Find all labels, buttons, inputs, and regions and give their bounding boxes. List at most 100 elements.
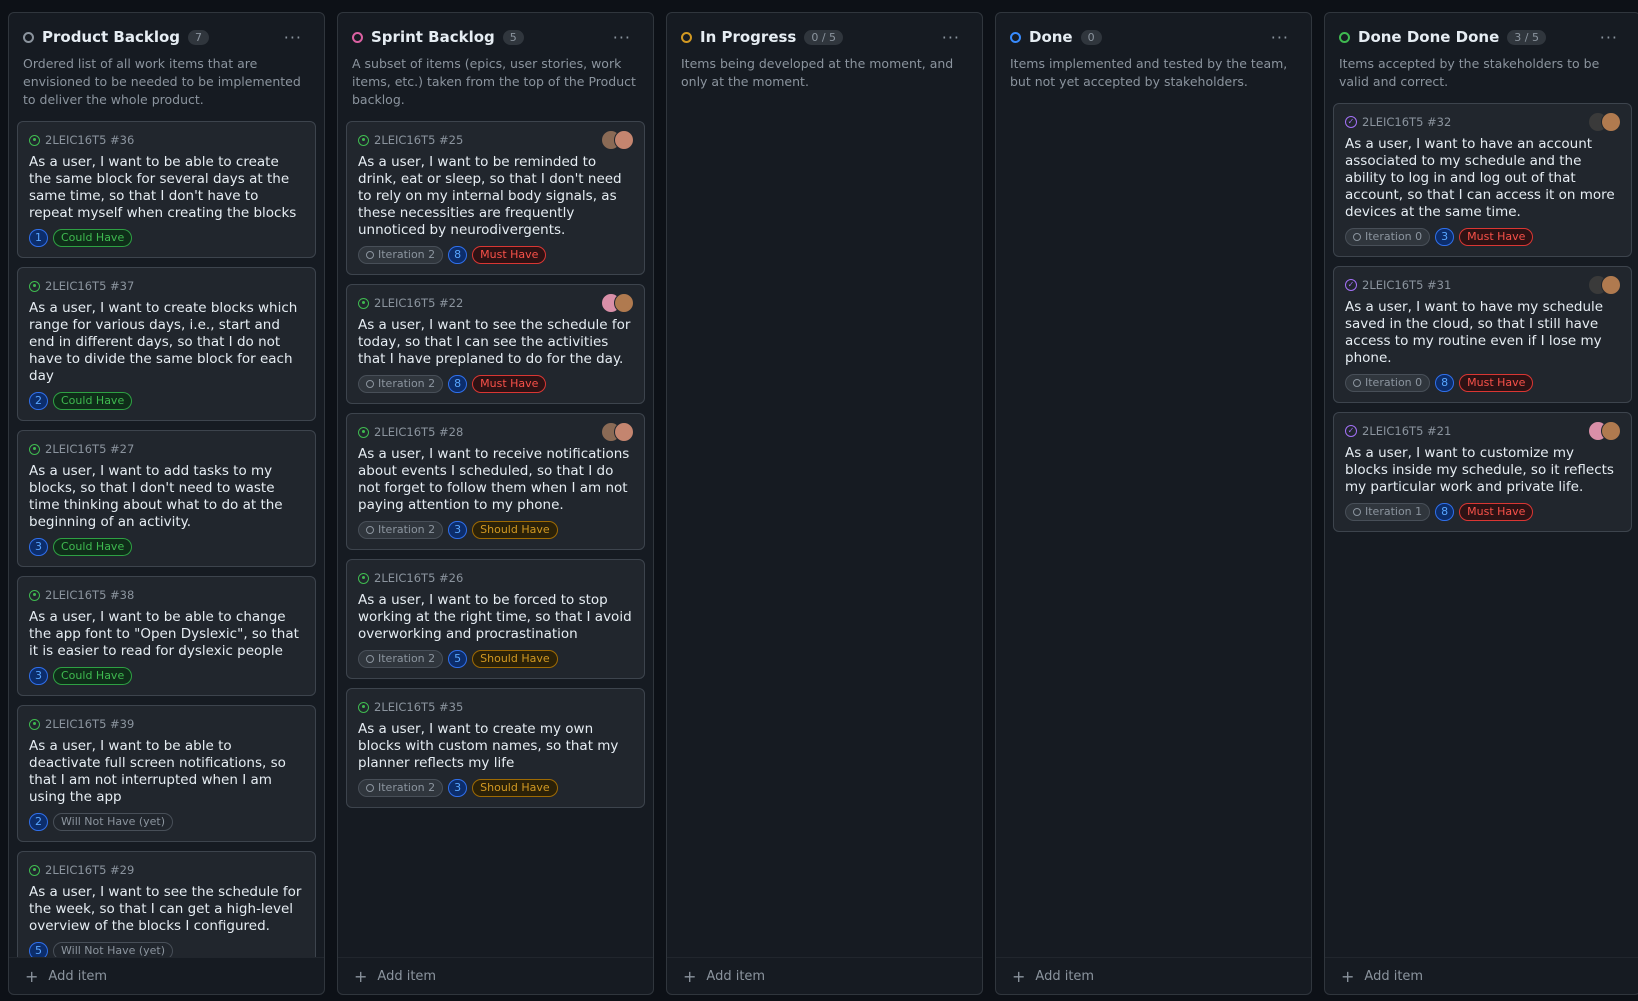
status-circle-icon [352, 31, 363, 43]
open-issue-icon [29, 718, 40, 730]
plus-icon: + [1341, 966, 1355, 986]
add-item-button[interactable]: + Add item [9, 957, 324, 994]
iteration-icon [366, 784, 374, 792]
issue-card[interactable]: 2LEIC16T5 #37 As a user, I want to creat… [17, 267, 316, 421]
estimate-badge: 8 [448, 246, 468, 264]
card-list [996, 99, 1311, 957]
open-issue-icon [29, 589, 40, 601]
column-count-badge: 5 [502, 29, 524, 45]
column-menu-icon[interactable]: ··· [1263, 28, 1297, 47]
column-title: Done [1029, 28, 1073, 46]
avatar[interactable] [614, 293, 634, 313]
issue-title[interactable]: As a user, I want to be able to deactiva… [29, 738, 304, 806]
add-item-button[interactable]: + Add item [996, 957, 1311, 994]
issue-card[interactable]: 2LEIC16T5 #29 As a user, I want to see t… [17, 851, 316, 957]
issue-id: 2LEIC16T5 #25 [374, 133, 464, 147]
column-product-backlog: Product Backlog 7 ··· Ordered list of al… [8, 12, 325, 995]
issue-title[interactable]: As a user, I want to add tasks to my blo… [29, 463, 304, 531]
issue-id: 2LEIC16T5 #28 [374, 425, 464, 439]
add-item-button[interactable]: + Add item [1325, 957, 1638, 994]
status-circle-icon [681, 31, 692, 43]
issue-title[interactable]: As a user, I want to create blocks which… [29, 300, 304, 385]
priority-label: Should Have [472, 650, 558, 668]
issue-title[interactable]: As a user, I want to customize my blocks… [1345, 445, 1620, 496]
avatar[interactable] [1601, 112, 1621, 132]
column-menu-icon[interactable]: ··· [934, 28, 968, 47]
avatar[interactable] [614, 130, 634, 150]
column-menu-icon[interactable]: ··· [276, 28, 310, 47]
issue-id: 2LEIC16T5 #35 [374, 700, 464, 714]
issue-title[interactable]: As a user, I want to see the schedule fo… [358, 317, 633, 368]
issue-card[interactable]: 2LEIC16T5 #26 As a user, I want to be fo… [346, 559, 645, 679]
card-list [667, 99, 982, 957]
estimate-badge: 3 [448, 521, 468, 539]
iteration-icon [366, 251, 374, 259]
column-title: Sprint Backlog [371, 28, 495, 46]
column-description: Items being developed at the moment, and… [681, 56, 954, 89]
issue-title[interactable]: As a user, I want to receive notificatio… [358, 446, 633, 514]
status-circle-icon [23, 31, 34, 43]
plus-icon: + [1012, 966, 1026, 986]
estimate-badge: 3 [29, 538, 48, 556]
plus-icon: + [354, 966, 368, 986]
issue-title[interactable]: As a user, I want to be reminded to drin… [358, 154, 633, 239]
issue-title[interactable]: As a user, I want to be able to change t… [29, 609, 304, 660]
issue-title[interactable]: As a user, I want to have my schedule sa… [1345, 299, 1620, 367]
issue-card[interactable]: 2LEIC16T5 #25 As a user, I want to be re… [346, 121, 645, 275]
open-issue-icon [358, 572, 369, 584]
issue-card[interactable]: 2LEIC16T5 #36 As a user, I want to be ab… [17, 121, 316, 258]
avatar[interactable] [614, 422, 634, 442]
iteration-label: Iteration 2 [358, 375, 444, 393]
closed-issue-icon: ✓ [1345, 425, 1357, 437]
issue-id: 2LEIC16T5 #27 [45, 442, 135, 456]
column-menu-icon[interactable]: ··· [605, 28, 639, 47]
avatar[interactable] [1601, 275, 1621, 295]
add-item-button[interactable]: + Add item [667, 957, 982, 994]
issue-card[interactable]: 2LEIC16T5 #22 As a user, I want to see t… [346, 284, 645, 404]
closed-issue-icon: ✓ [1345, 279, 1357, 291]
estimate-badge: 8 [448, 375, 468, 393]
issue-card[interactable]: ✓ 2LEIC16T5 #32 As a user, I want to have… [1333, 103, 1632, 257]
avatar[interactable] [1601, 421, 1621, 441]
issue-title[interactable]: As a user, I want to create my own block… [358, 721, 633, 772]
priority-label: Must Have [1459, 503, 1534, 521]
add-item-label: Add item [1035, 968, 1095, 984]
issue-title[interactable]: As a user, I want to see the schedule fo… [29, 884, 304, 935]
closed-issue-icon: ✓ [1345, 116, 1357, 128]
column-header: Done Done Done 3 / 5 ··· Items accepted … [1325, 13, 1638, 99]
add-item-button[interactable]: + Add item [338, 957, 653, 994]
issue-title[interactable]: As a user, I want to have an account ass… [1345, 136, 1620, 221]
issue-card[interactable]: 2LEIC16T5 #35 As a user, I want to creat… [346, 688, 645, 808]
column-sprint-backlog: Sprint Backlog 5 ··· A subset of items (… [337, 12, 654, 995]
estimate-badge: 3 [448, 779, 468, 797]
issue-id: 2LEIC16T5 #32 [1362, 115, 1452, 129]
issue-card[interactable]: ✓ 2LEIC16T5 #31 As a user, I want to have… [1333, 266, 1632, 403]
estimate-badge: 8 [1435, 503, 1455, 521]
issue-title[interactable]: As a user, I want to be able to create t… [29, 154, 304, 222]
iteration-label: Iteration 0 [1345, 228, 1431, 246]
priority-label: Could Have [53, 229, 133, 247]
issue-id: 2LEIC16T5 #36 [45, 133, 135, 147]
iteration-label: Iteration 2 [358, 650, 444, 668]
column-header: In Progress 0 / 5 ··· Items being develo… [667, 13, 982, 99]
column-done: Done 0 ··· Items implemented and tested … [995, 12, 1312, 995]
issue-card[interactable]: 2LEIC16T5 #38 As a user, I want to be ab… [17, 576, 316, 696]
column-description: Items accepted by the stakeholders to be… [1339, 56, 1600, 89]
issue-title[interactable]: As a user, I want to be forced to stop w… [358, 592, 633, 643]
issue-card[interactable]: 2LEIC16T5 #39 As a user, I want to be ab… [17, 705, 316, 842]
estimate-badge: 3 [29, 667, 48, 685]
issue-id: 2LEIC16T5 #38 [45, 588, 135, 602]
issue-card[interactable]: 2LEIC16T5 #28 As a user, I want to recei… [346, 413, 645, 550]
open-issue-icon [29, 134, 40, 146]
priority-label: Should Have [472, 521, 558, 539]
issue-card[interactable]: 2LEIC16T5 #27 As a user, I want to add t… [17, 430, 316, 567]
column-menu-icon[interactable]: ··· [1592, 28, 1626, 47]
open-issue-icon [29, 864, 40, 876]
iteration-label: Iteration 2 [358, 521, 444, 539]
column-header: Sprint Backlog 5 ··· A subset of items (… [338, 13, 653, 117]
issue-id: 2LEIC16T5 #31 [1362, 278, 1452, 292]
column-count-badge: 3 / 5 [1507, 29, 1546, 45]
issue-id: 2LEIC16T5 #39 [45, 717, 135, 731]
card-list: 2LEIC16T5 #25 As a user, I want to be re… [338, 117, 653, 957]
issue-card[interactable]: ✓ 2LEIC16T5 #21 As a user, I want to cust… [1333, 412, 1632, 532]
